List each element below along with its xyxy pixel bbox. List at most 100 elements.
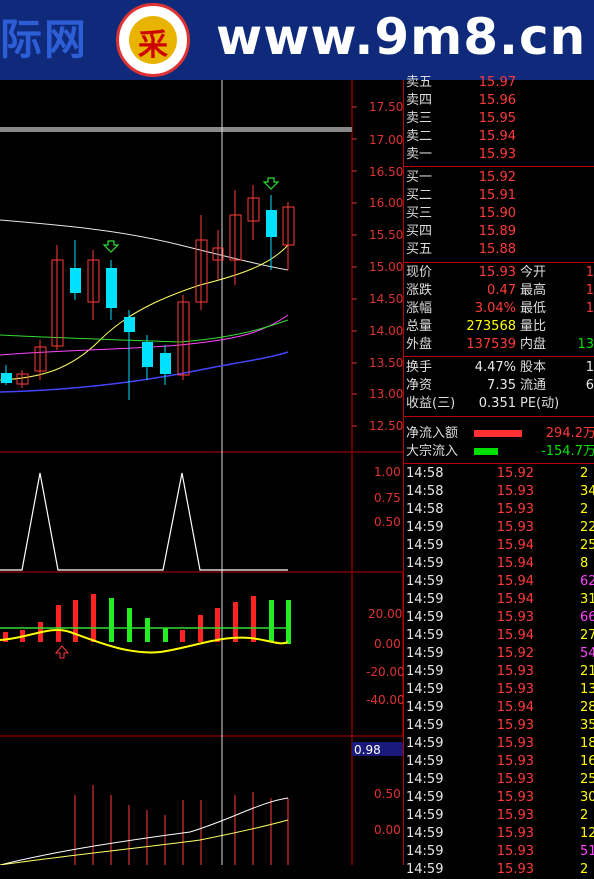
vol-tick: 0.00	[374, 823, 401, 837]
quote-row-pct: 涨幅 3.04% 最低 1	[406, 301, 594, 316]
tick-row[interactable]: 14:59 15.93 30	[404, 789, 594, 807]
osc-line	[0, 472, 288, 571]
tick-price: 15.93	[496, 808, 534, 823]
tick-row[interactable]: 14:59 15.94 31	[404, 591, 594, 609]
tick-price: 15.92	[496, 646, 534, 661]
flow-block-row: 大宗流入 -154.7万	[406, 444, 594, 459]
tick-volume: 54	[580, 646, 594, 661]
osc-tick: 0.75	[374, 491, 401, 505]
tick-time: 14:59	[406, 826, 444, 841]
volume-bars	[74, 785, 289, 865]
osc-tick: 0.50	[374, 515, 401, 529]
tick-price: 15.94	[496, 538, 534, 553]
tick-time: 14:59	[406, 664, 444, 679]
tick-row[interactable]: 14:59 15.93 22	[404, 519, 594, 537]
tick-volume: 12	[580, 826, 594, 841]
tick-volume: 2	[580, 466, 589, 481]
tick-row[interactable]: 14:59 15.94 8	[404, 555, 594, 573]
tick-volume: 22	[580, 520, 594, 535]
vol-axis: 0.98 0.50 0.00	[354, 743, 401, 837]
sell-signal-arrows	[102, 177, 280, 253]
kline-svg[interactable]: 17.50 17.00 16.50 16.00 15.50 15.00 14.5…	[0, 80, 405, 866]
tick-time: 14:58	[406, 502, 444, 517]
tick-row[interactable]: 14:59 15.93 13	[404, 681, 594, 699]
tick-price: 15.93	[496, 664, 534, 679]
price-tick: 16.50	[369, 165, 403, 179]
tick-price: 15.93	[496, 610, 534, 625]
vol-cursor-value: 0.98	[354, 743, 381, 757]
tick-row[interactable]: 14:58 15.93 2	[404, 501, 594, 519]
tick-row[interactable]: 14:59 15.94 27	[404, 627, 594, 645]
tick-time: 14:59	[406, 628, 444, 643]
quote-row-eps: 收益(三) 0.351 PE(动)	[406, 396, 560, 411]
tick-volume: 35	[580, 718, 594, 733]
tick-price: 15.93	[496, 736, 534, 751]
macd-bars	[3, 594, 291, 644]
flow-block-bar	[474, 448, 498, 455]
tick-volume: 2	[580, 808, 589, 823]
tick-price: 15.94	[496, 628, 534, 643]
tick-row[interactable]: 14:59 15.93 2	[404, 807, 594, 825]
tick-row[interactable]: 14:59 15.93 16	[404, 753, 594, 771]
quote-panel: 卖五 15.97 卖四 15.96 卖三 15.95 卖二 15.94 卖一 1…	[403, 75, 594, 877]
tick-row[interactable]: 14:59 15.93 2	[404, 861, 594, 879]
tick-price: 15.94	[496, 700, 534, 715]
site-logo-icon: 采	[116, 3, 190, 77]
tick-row[interactable]: 14:59 15.93 25	[404, 771, 594, 789]
quote-row-change: 涨跌 0.47 最高 1	[406, 283, 594, 298]
tick-price: 15.93	[496, 862, 534, 877]
price-tick: 17.00	[369, 133, 403, 147]
buy-signal-arrow	[54, 645, 70, 659]
tick-row[interactable]: 14:58 15.93 34	[404, 483, 594, 501]
flow-net-bar	[474, 430, 522, 437]
tick-price: 15.94	[496, 556, 534, 571]
tick-row[interactable]: 14:59 15.93 21	[404, 663, 594, 681]
tick-row[interactable]: 14:58 15.92 2	[404, 465, 594, 483]
tick-time: 14:59	[406, 772, 444, 787]
tick-volume: 27	[580, 628, 594, 643]
vol-ma-yellow	[0, 819, 289, 866]
tick-row[interactable]: 14:59 15.94 28	[404, 699, 594, 717]
stock-chart[interactable]: 17.50 17.00 16.50 16.00 15.50 15.00 14.5…	[0, 80, 405, 866]
tick-time: 14:59	[406, 862, 444, 877]
ma-line-white	[0, 219, 289, 271]
tick-volume: 16	[580, 754, 594, 769]
tick-row[interactable]: 14:59 15.93 35	[404, 717, 594, 735]
tick-price: 15.93	[496, 682, 534, 697]
tick-row[interactable]: 14:59 15.93 18	[404, 735, 594, 753]
price-tick: 16.00	[369, 196, 403, 210]
tick-row[interactable]: 14:59 15.94 25	[404, 537, 594, 555]
tick-price: 15.93	[496, 520, 534, 535]
tick-row[interactable]: 14:59 15.93 66	[404, 609, 594, 627]
macd-tick: -40.00	[366, 693, 403, 707]
tick-time: 14:59	[406, 610, 444, 625]
tick-volume: 18	[580, 736, 594, 751]
quote-row-turnover: 换手 4.47% 股本 1	[406, 360, 594, 375]
tick-time: 14:59	[406, 574, 444, 589]
tick-price: 15.94	[496, 592, 534, 607]
tick-volume: 25	[580, 538, 594, 553]
tick-volume: 66	[580, 610, 594, 625]
banner-brand-text: 际网	[0, 15, 89, 64]
tick-time: 14:59	[406, 754, 444, 769]
price-axis: 17.50 17.00 16.50 16.00 15.50 15.00 14.5…	[369, 100, 403, 433]
tick-row[interactable]: 14:59 15.92 54	[404, 645, 594, 663]
tick-time: 14:58	[406, 466, 444, 481]
tick-row[interactable]: 14:59 15.94 62	[404, 573, 594, 591]
quote-row-price: 现价 15.93 今开 1	[406, 265, 594, 280]
tick-row[interactable]: 14:59 15.93 12	[404, 825, 594, 843]
tick-time: 14:59	[406, 718, 444, 733]
vol-ma-white	[0, 797, 289, 866]
price-tick: 14.50	[369, 292, 403, 306]
price-tick: 13.50	[369, 356, 403, 370]
tick-row[interactable]: 14:59 15.93 51	[404, 843, 594, 861]
tick-time: 14:59	[406, 520, 444, 535]
banner-url[interactable]: www.9m8.cn	[216, 8, 586, 66]
tick-price: 15.93	[496, 844, 534, 859]
tick-price: 15.93	[496, 502, 534, 517]
tick-volume: 28	[580, 700, 594, 715]
macd-signal-line	[0, 628, 289, 654]
tick-price: 15.93	[496, 484, 534, 499]
tick-volume: 25	[580, 772, 594, 787]
tick-time: 14:59	[406, 646, 444, 661]
